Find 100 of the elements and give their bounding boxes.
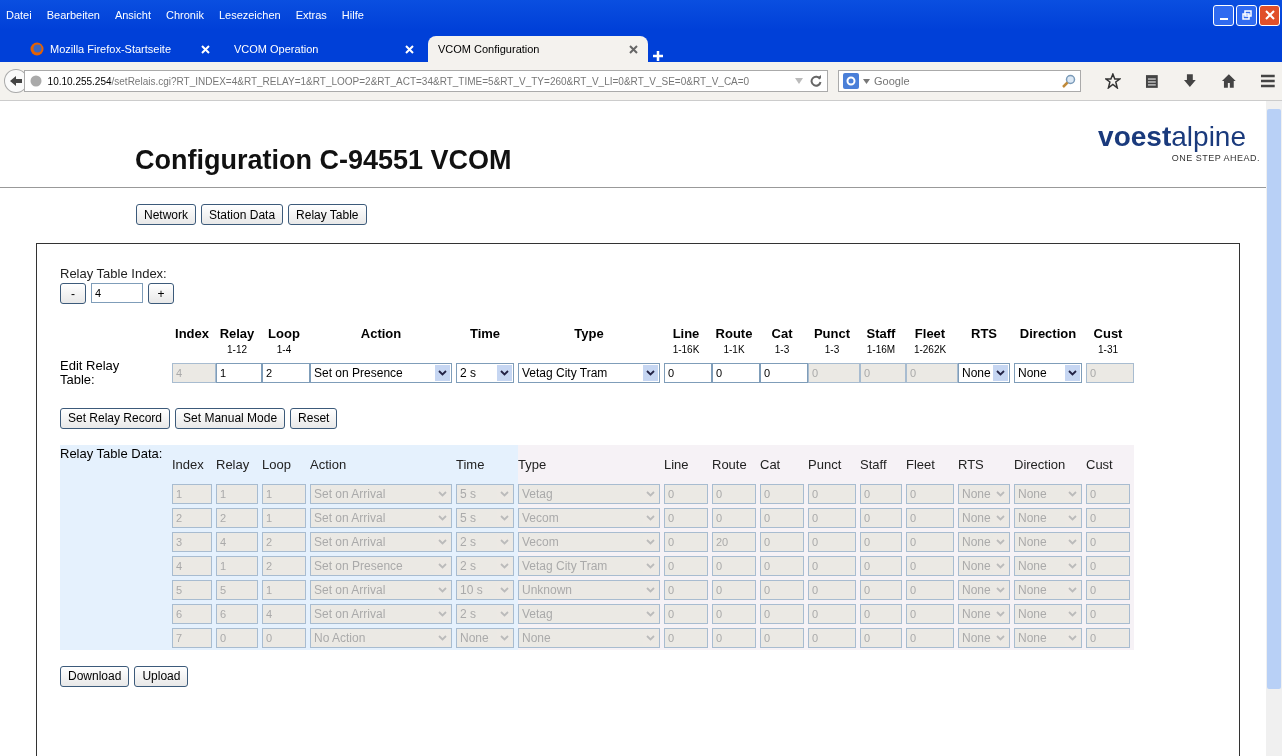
column-header: RTS bbox=[970, 326, 998, 341]
column-header: Cat bbox=[760, 455, 782, 474]
column-header: Direction bbox=[1018, 326, 1078, 341]
menu-icon[interactable] bbox=[1260, 74, 1276, 88]
range-hint: 1-1K bbox=[723, 344, 745, 355]
back-arrow-icon bbox=[8, 75, 23, 87]
menu-item[interactable]: Hilfe bbox=[341, 9, 364, 21]
column-header: Punct bbox=[812, 326, 852, 341]
decrement-button[interactable]: - bbox=[60, 283, 86, 304]
column-header: Relay bbox=[218, 326, 256, 341]
increment-button[interactable]: + bbox=[148, 283, 174, 304]
browser-tab[interactable]: VCOM Operation bbox=[224, 36, 424, 62]
logo-wordmark: voestalpine bbox=[1098, 123, 1246, 151]
column-header: Route bbox=[714, 326, 754, 341]
input-field[interactable]: 2 bbox=[262, 363, 310, 384]
range-hint: 1-3 bbox=[824, 344, 840, 355]
column-header: Type bbox=[573, 326, 605, 341]
restore-button[interactable] bbox=[1236, 4, 1257, 26]
restore-icon bbox=[1241, 10, 1252, 20]
firefox-icon bbox=[30, 42, 44, 56]
menu-item[interactable]: Chronik bbox=[166, 9, 204, 21]
star-icon[interactable] bbox=[1105, 73, 1122, 89]
nav-button[interactable]: Relay Table bbox=[288, 204, 367, 225]
browser-tab[interactable]: VCOM Configuration bbox=[428, 36, 648, 62]
close-icon bbox=[1264, 10, 1275, 20]
column-header: Punct bbox=[808, 455, 843, 474]
column-header: Staff bbox=[860, 455, 888, 474]
column-header: Line bbox=[671, 326, 701, 341]
action-button[interactable]: Reset bbox=[290, 407, 338, 429]
index-label: Relay Table Index: bbox=[60, 266, 168, 281]
dropdown[interactable]: Vetag City Tram bbox=[518, 363, 660, 384]
range-hint: 1-16K bbox=[672, 344, 700, 355]
browser-tab[interactable]: Mozilla Firefox-Startseite bbox=[20, 36, 220, 62]
globe-icon bbox=[29, 75, 42, 87]
menu-item[interactable]: Datei bbox=[6, 9, 32, 21]
google-icon bbox=[843, 73, 860, 89]
column-header: Type bbox=[518, 455, 548, 474]
column-header: Loop bbox=[262, 455, 292, 474]
new-tab-icon[interactable] bbox=[652, 50, 664, 62]
menu-item[interactable]: Bearbeiten bbox=[46, 9, 100, 21]
download-icon[interactable] bbox=[1182, 73, 1197, 89]
file-button[interactable]: Download bbox=[60, 665, 130, 687]
close-button[interactable] bbox=[1259, 4, 1280, 26]
caret-icon[interactable] bbox=[863, 78, 871, 84]
row-label: Relay Table Data: bbox=[60, 444, 164, 463]
dropdown[interactable]: None bbox=[958, 363, 1010, 384]
reload-icon[interactable] bbox=[810, 75, 823, 87]
range-hint: 1-4 bbox=[276, 344, 292, 355]
dropdown[interactable]: 2 s bbox=[456, 363, 514, 384]
chevron-icon bbox=[497, 365, 512, 382]
column-header: Cat bbox=[770, 326, 794, 341]
column-header: Staff bbox=[865, 326, 897, 341]
menu-item[interactable]: Lesezeichen bbox=[218, 9, 281, 21]
menu-item[interactable]: Ansicht bbox=[114, 9, 151, 21]
chevron-icon bbox=[435, 365, 450, 382]
dropdown[interactable]: Set on Presence bbox=[310, 363, 452, 384]
chevron-icon bbox=[1065, 365, 1080, 382]
home-icon[interactable] bbox=[1220, 73, 1237, 89]
action-button[interactable]: Set Relay Record bbox=[60, 407, 171, 429]
close-tab-icon[interactable] bbox=[629, 44, 638, 54]
input-field[interactable]: 0 bbox=[712, 363, 760, 384]
column-header: Index bbox=[174, 326, 210, 341]
action-button[interactable]: Set Manual Mode bbox=[175, 407, 286, 429]
page-title: Configuration C-94551 VCOM bbox=[135, 145, 513, 176]
logo-slogan: ONE STEP AHEAD. bbox=[1171, 153, 1260, 163]
minimize-button[interactable] bbox=[1213, 4, 1234, 26]
column-header: Time bbox=[468, 326, 502, 341]
column-header: Loop bbox=[267, 326, 301, 341]
chevron-icon bbox=[993, 365, 1008, 382]
column-header: Time bbox=[456, 455, 486, 474]
address-bar[interactable]: 10.10.255.254/setRelais.cgi?RT_INDEX=4&RT_RELAY=1&RT_LOOP=2&RT_ACT=34&RT_TIME=5&RT_V_TY=260&RT_V_LI=0&RT_V_SE=0&RT_V_CA=0 bbox=[23, 70, 829, 92]
scrollbar[interactable] bbox=[1266, 101, 1282, 756]
column-header: Relay bbox=[216, 455, 251, 474]
chevron-icon bbox=[643, 365, 658, 382]
file-button[interactable]: Upload bbox=[134, 665, 189, 687]
column-header: Route bbox=[712, 455, 748, 474]
nav-button[interactable]: Station Data bbox=[201, 204, 284, 225]
menu-item[interactable]: Extras bbox=[295, 9, 327, 21]
range-hint: 1-31 bbox=[1098, 344, 1118, 355]
nav-button[interactable]: Network bbox=[136, 204, 196, 225]
column-header: Cust bbox=[1086, 455, 1114, 474]
column-header: RTS bbox=[958, 455, 985, 474]
column-header: Index bbox=[172, 455, 205, 474]
dropdown[interactable]: None bbox=[1014, 363, 1082, 384]
column-header: Direction bbox=[1014, 455, 1067, 474]
input-field[interactable]: 1 bbox=[216, 363, 262, 384]
clipboard-icon[interactable] bbox=[1145, 73, 1159, 89]
range-hint: 1-262K bbox=[913, 344, 947, 355]
range-hint: 1-16M bbox=[866, 344, 896, 355]
input-field[interactable]: 0 bbox=[760, 363, 808, 384]
column-header: Action bbox=[359, 326, 403, 341]
column-header: Fleet bbox=[906, 455, 936, 474]
row-label: Edit Relay Table: bbox=[60, 359, 121, 388]
column-header: Fleet bbox=[913, 326, 947, 341]
input-field[interactable]: 0 bbox=[664, 363, 712, 384]
search-bar[interactable]: Google bbox=[838, 70, 1082, 92]
range-hint: 1-12 bbox=[227, 344, 247, 355]
index-field[interactable]: 4 bbox=[91, 283, 143, 303]
search-icon[interactable] bbox=[1062, 74, 1077, 88]
column-header: Action bbox=[310, 455, 348, 474]
